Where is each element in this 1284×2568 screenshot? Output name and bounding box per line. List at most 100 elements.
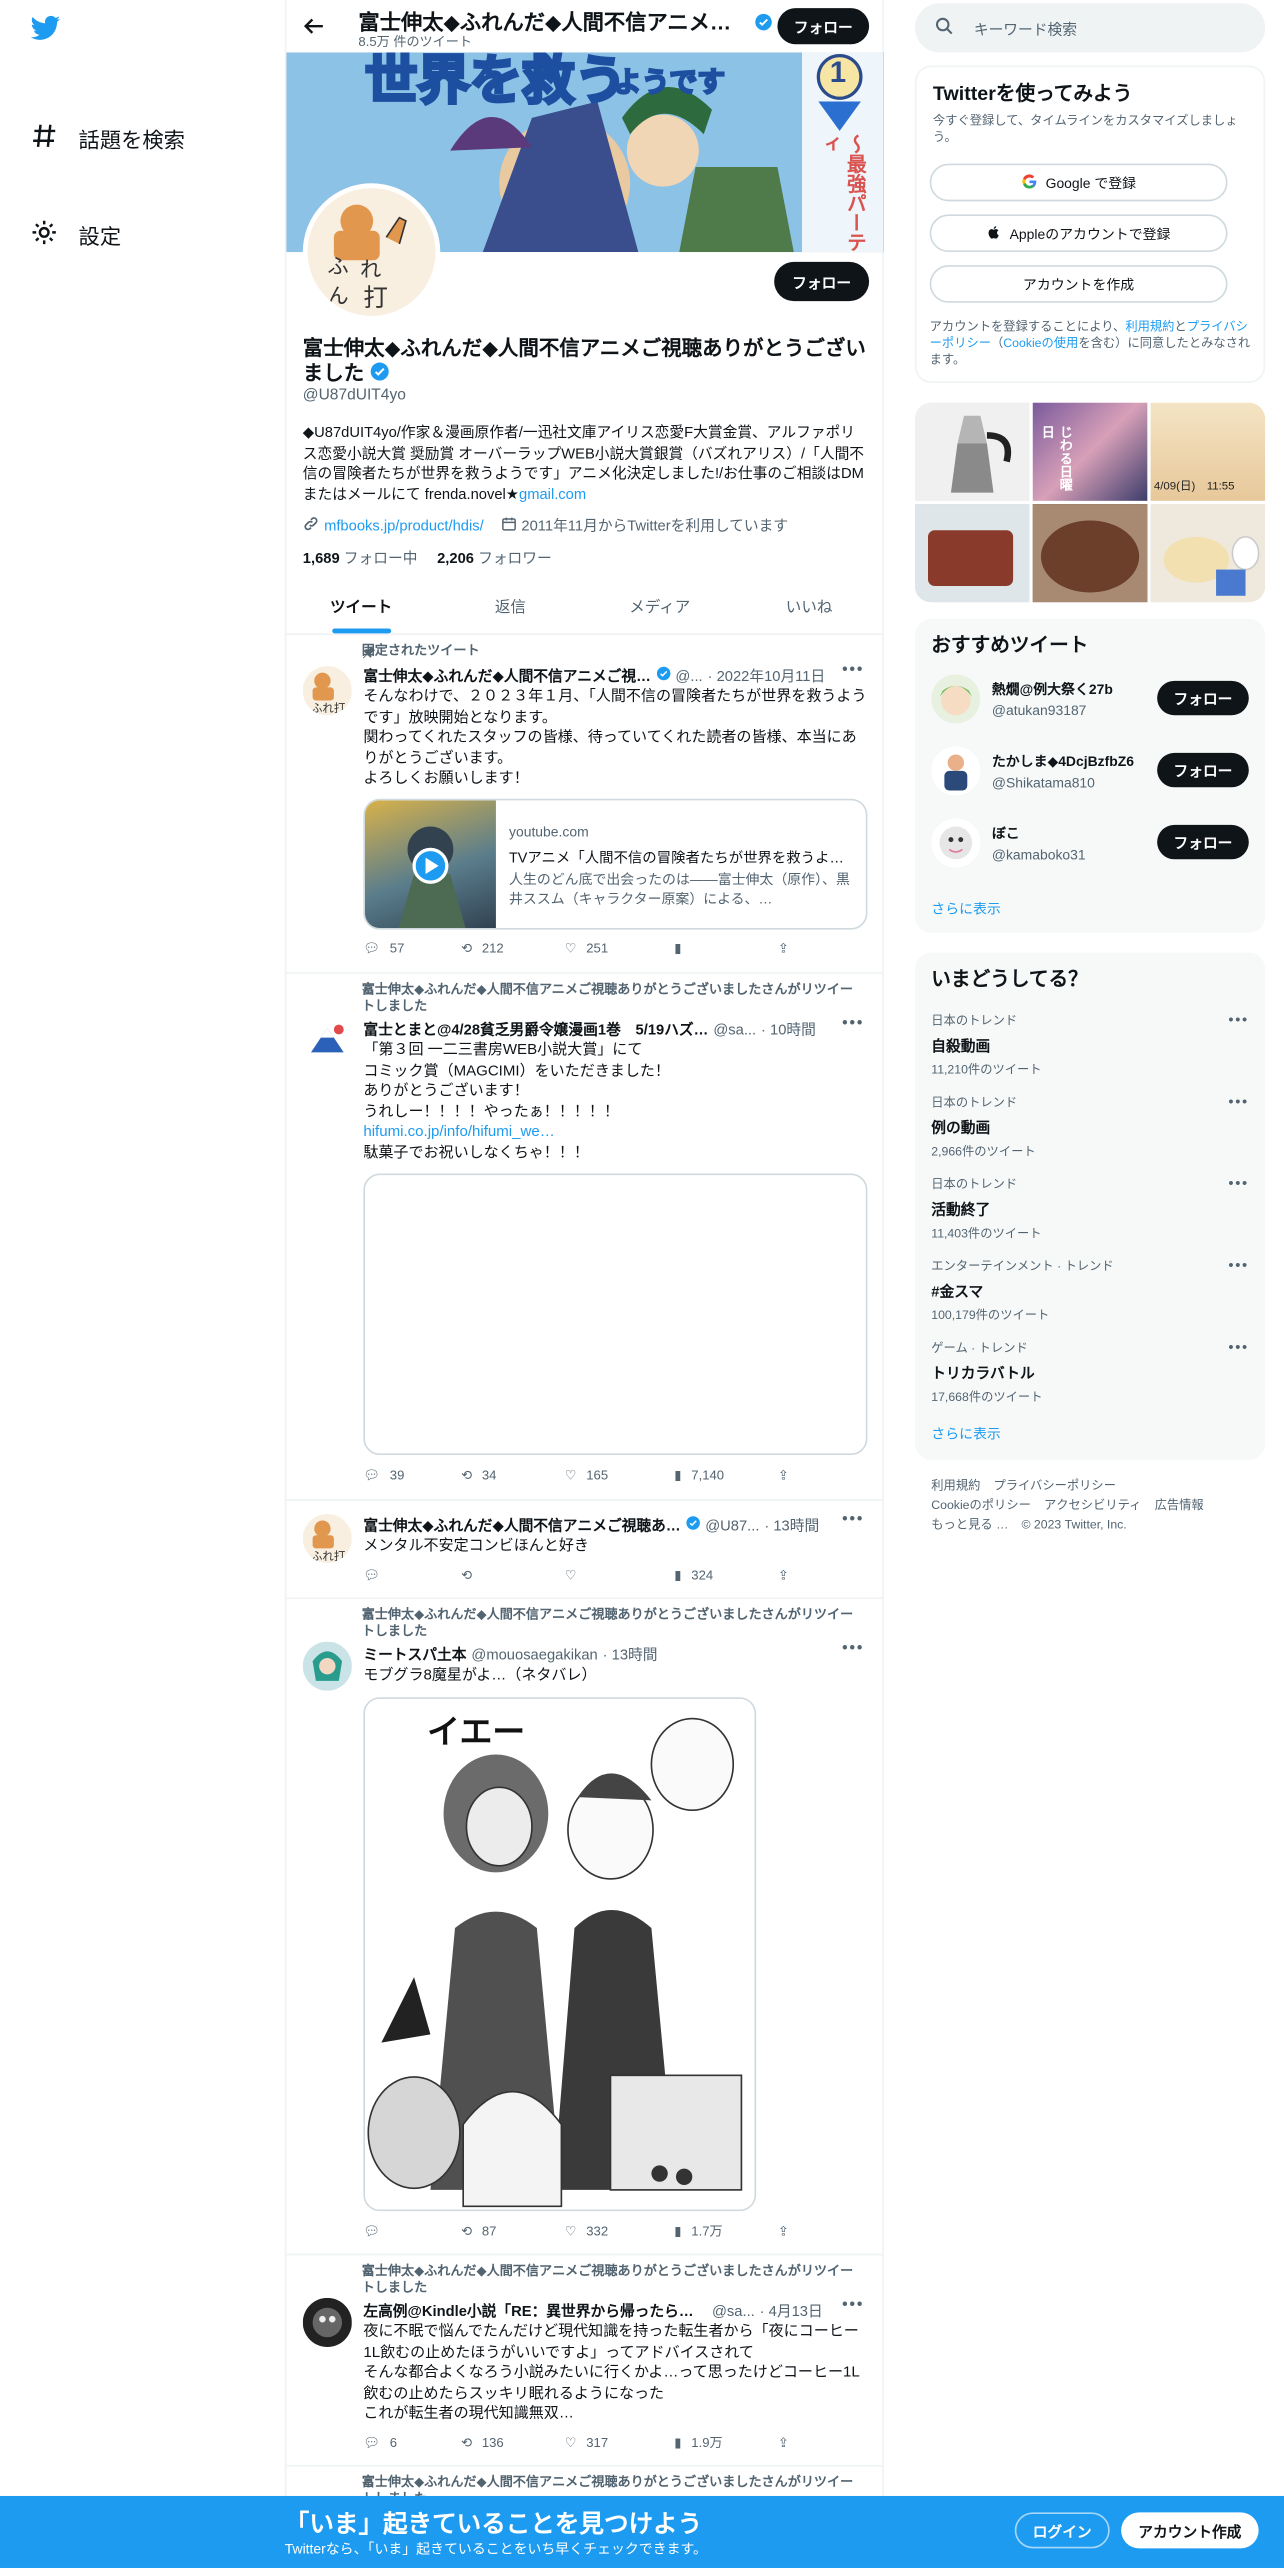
share-button[interactable]: ⇪ xyxy=(778,1468,789,1483)
share-button[interactable]: ⇪ xyxy=(778,941,789,956)
more-icon[interactable]: ••• xyxy=(842,661,864,679)
tweet-link[interactable]: hifumi.co.jp/info/hifumi_we… xyxy=(363,1123,554,1139)
more-icon[interactable]: ••• xyxy=(1228,1093,1248,1109)
profile-website[interactable]: mfbooks.jp/product/hdis/ xyxy=(303,515,484,535)
tweet-author-name[interactable]: 富士伸太◆ふれんだ◆人間不信アニメご視聴あ… xyxy=(363,1514,680,1535)
signup-button[interactable]: アカウント作成 xyxy=(1121,2512,1259,2549)
tab-tweets[interactable]: ツイート xyxy=(286,583,435,634)
tweet-item[interactable]: ⟲ 富士伸太◆ふれんだ◆人間不信アニメご視聴ありがとうございましたさんがリツイー… xyxy=(286,974,884,1501)
reply-button[interactable]: 💬︎ xyxy=(363,1568,461,1583)
tweet-item[interactable]: ⟲ 富士伸太◆ふれんだ◆人間不信アニメご視聴ありがとうございましたさんがリツイー… xyxy=(286,2255,884,2467)
trend-item[interactable]: 日本のトレンド 自殺動画 11,210件のツイート ••• xyxy=(931,1011,1252,1083)
footer-link[interactable]: Cookieのポリシー xyxy=(931,1498,1031,1513)
avatar[interactable] xyxy=(931,818,981,868)
tweet-author-name[interactable]: 富士とまと@4/28貧乏男爵令嬢漫画1巻 5/19ハズ… xyxy=(363,1018,708,1039)
reply-button[interactable]: 💬︎ 6 xyxy=(363,2435,461,2450)
tweet-time[interactable]: · 13時間 xyxy=(603,1643,658,1664)
tab-replies[interactable]: 返信 xyxy=(436,583,585,634)
following-stat[interactable]: 1,689 フォロー中 xyxy=(303,547,418,568)
avatar[interactable] xyxy=(931,746,981,796)
reply-button[interactable]: 💬︎ xyxy=(363,2224,461,2239)
more-icon[interactable]: ••• xyxy=(1228,1011,1248,1027)
tweet-image[interactable]: イエー xyxy=(363,1697,757,2212)
avatar[interactable]: ふれ打 xyxy=(302,666,352,716)
more-icon[interactable]: ••• xyxy=(1228,1257,1248,1273)
analytics-button[interactable]: ▮ 324 xyxy=(674,1568,778,1583)
trends-show-more-link[interactable]: さらに表示 xyxy=(931,1424,1001,1444)
profile-follow-button[interactable]: フォロー xyxy=(774,261,870,302)
avatar[interactable] xyxy=(302,2297,352,2348)
create-account-button[interactable]: アカウントを作成 xyxy=(929,265,1228,303)
footer-link[interactable]: 広告情報 xyxy=(1155,1498,1204,1513)
tab-media[interactable]: メディア xyxy=(585,583,734,634)
trend-item[interactable]: ゲーム · トレンド トリカラバトル 17,668件のツイート ••• xyxy=(931,1339,1252,1411)
tweet-time[interactable]: · 4月13日 xyxy=(760,2300,823,2321)
profile-bio-link[interactable]: gmail.com xyxy=(519,486,586,502)
avatar[interactable] xyxy=(302,1641,352,1691)
reco-follow-button[interactable]: フォロー xyxy=(1157,680,1249,716)
reply-button[interactable]: 💬︎ 57 xyxy=(363,941,461,956)
reco-user[interactable]: たかしま◆4DcjBzfbZ6 @Shikatama810 フォロー xyxy=(931,743,1252,799)
analytics-button[interactable]: ▮ 1.9万 xyxy=(674,2434,778,2452)
footer-link[interactable]: もっと見る … xyxy=(931,1517,1008,1532)
like-button[interactable]: ♡ 332 xyxy=(565,2224,675,2239)
more-icon[interactable]: ••• xyxy=(842,1640,864,1658)
cookie-link[interactable]: Cookieの使用 xyxy=(1003,336,1078,351)
more-icon[interactable]: ••• xyxy=(1228,1339,1248,1355)
like-button[interactable]: ♡ 317 xyxy=(565,2435,675,2450)
footer-link[interactable]: アクセシビリティ xyxy=(1044,1498,1141,1513)
tweet-author-handle[interactable]: @sa... xyxy=(713,1020,756,1036)
tweet-author-handle[interactable]: @mouosaegakikan xyxy=(471,1646,597,1662)
search-input[interactable]: キーワード検索 xyxy=(914,3,1266,53)
tweet-author-handle[interactable]: @U87... xyxy=(705,1516,759,1532)
nav-settings[interactable]: 設定 xyxy=(29,218,121,252)
tweet-item[interactable]: ふれ打 富士伸太◆ふれんだ◆人間不信アニメご視聴あ… @U87... · 13時… xyxy=(286,1501,884,1600)
apple-signup-button[interactable]: Appleのアカウントで登録 xyxy=(929,214,1228,253)
media-thumb[interactable] xyxy=(914,504,1030,603)
retweet-button[interactable]: ⟲ 87 xyxy=(461,2224,565,2239)
profile-avatar[interactable]: ふ れ ん 打 xyxy=(302,183,441,321)
google-signup-button[interactable]: Google で登録 xyxy=(929,163,1228,202)
analytics-button[interactable]: ▮ 1.7万 xyxy=(674,2223,778,2241)
tweet-item[interactable]: ⟲ 富士伸太◆ふれんだ◆人間不信アニメご視聴ありがとうございましたさんがリツイー… xyxy=(286,2467,883,2506)
profile-website-link[interactable]: mfbooks.jp/product/hdis/ xyxy=(324,516,484,532)
like-button[interactable]: ♡ 165 xyxy=(565,1468,675,1483)
tweet-author-name[interactable]: ミートスパ土本 xyxy=(363,1643,466,1664)
more-icon[interactable]: ••• xyxy=(842,1015,864,1033)
embedded-media-placeholder[interactable] xyxy=(363,1173,868,1456)
back-arrow-icon[interactable] xyxy=(303,15,326,46)
tweet-item[interactable]: 固定されたツイート ふれ打 富士伸太◆ふれんだ◆人間不信アニメご視… @... … xyxy=(286,637,884,974)
media-thumb[interactable] xyxy=(1150,504,1266,603)
retweet-button[interactable]: ⟲ 212 xyxy=(461,941,565,956)
avatar[interactable] xyxy=(302,1016,352,1066)
tab-likes[interactable]: いいね xyxy=(734,583,883,634)
media-thumb[interactable] xyxy=(1032,504,1148,603)
trend-item[interactable]: 日本のトレンド 活動終了 11,403件のツイート ••• xyxy=(931,1175,1252,1247)
tweet-author-handle[interactable]: @... xyxy=(675,667,702,683)
tweet-author-name[interactable]: 左高例@Kindle小説「RE：異世界から帰ったら江… xyxy=(363,2300,707,2321)
analytics-button[interactable]: ▮ xyxy=(674,941,778,956)
like-button[interactable]: ♡ xyxy=(565,1568,675,1583)
tweet-time[interactable]: · 13時間 xyxy=(764,1514,819,1535)
analytics-button[interactable]: ▮ 7,140 xyxy=(674,1468,778,1483)
tweet-item[interactable]: ⟲ 富士伸太◆ふれんだ◆人間不信アニメご視聴ありがとうございましたさんがリツイー… xyxy=(286,1599,884,2256)
avatar[interactable] xyxy=(931,674,981,724)
tweet-author-handle[interactable]: @sa... xyxy=(712,2302,755,2318)
retweet-button[interactable]: ⟲ 136 xyxy=(461,2435,565,2450)
media-thumb[interactable] xyxy=(914,402,1030,501)
avatar[interactable]: ふれ打 xyxy=(302,1513,352,1564)
retweet-button[interactable]: ⟲ 34 xyxy=(461,1468,565,1483)
reco-user[interactable]: 熱燗@例大祭く27b @atukan93187 フォロー xyxy=(931,671,1252,727)
more-icon[interactable]: ••• xyxy=(842,2296,864,2314)
like-button[interactable]: ♡ 251 xyxy=(565,941,675,956)
footer-link[interactable]: プライバシーポリシー xyxy=(993,1478,1116,1493)
followers-stat[interactable]: 2,206 フォロワー xyxy=(437,547,552,568)
reco-show-more-link[interactable]: さらに表示 xyxy=(931,899,1001,919)
nav-explore[interactable]: 話題を検索 xyxy=(29,121,185,155)
trend-item[interactable]: 日本のトレンド 例の動画 2,966件のツイート ••• xyxy=(931,1093,1252,1165)
tweet-time[interactable]: · 10時間 xyxy=(761,1018,816,1039)
share-button[interactable]: ⇪ xyxy=(778,1568,789,1583)
media-thumb[interactable]: じわる日曜日 xyxy=(1032,402,1148,501)
reco-follow-button[interactable]: フォロー xyxy=(1157,824,1249,860)
login-button[interactable]: ログイン xyxy=(1014,2512,1110,2549)
